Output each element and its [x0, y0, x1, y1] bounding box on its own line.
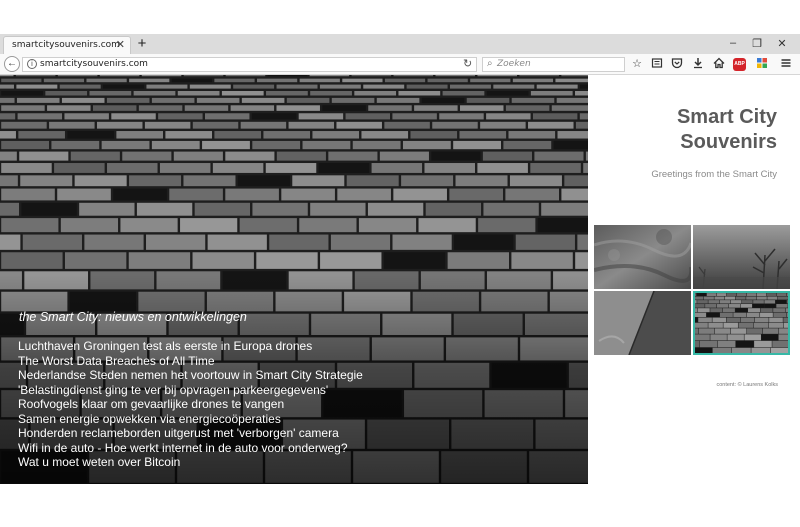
- search-icon: ⌕: [487, 58, 493, 69]
- news-heading: the Smart City: nieuws en ontwikkelingen: [19, 310, 247, 324]
- reload-icon[interactable]: ↻: [463, 57, 472, 70]
- gallery-thumbnail[interactable]: [693, 225, 790, 289]
- tab-title: smartcitysouvenirs.com: [12, 40, 120, 50]
- adblock-icon[interactable]: ABP: [733, 58, 746, 71]
- browser-tab[interactable]: smartcitysouvenirs.com ✕: [3, 36, 131, 54]
- tab-close-icon[interactable]: ✕: [116, 38, 125, 51]
- back-button[interactable]: ←: [4, 56, 20, 72]
- extension-icon[interactable]: [755, 57, 769, 71]
- menu-icon[interactable]: [779, 57, 793, 71]
- site-subtitle: Greetings from the Smart City: [651, 169, 777, 180]
- search-placeholder[interactable]: Zoeken: [497, 59, 531, 69]
- close-window-icon[interactable]: ✕: [776, 37, 788, 50]
- news-link[interactable]: Luchthaven Groningen test als eerste in …: [18, 339, 363, 354]
- hero-section: the Smart City: nieuws en ontwikkelingen…: [0, 75, 588, 484]
- news-link[interactable]: 'Belastingdienst ging te ver bij opvrage…: [18, 383, 363, 398]
- news-link[interactable]: Wifi in de auto - Hoe werkt internet in …: [18, 441, 363, 456]
- new-tab-button[interactable]: +: [135, 36, 149, 52]
- browser-window: smartcitysouvenirs.com ✕ + – ❐ ✕ ← i sma…: [0, 0, 800, 527]
- news-link[interactable]: Roofvogels klaar om gevaarlijke drones t…: [18, 397, 363, 412]
- pocket-icon[interactable]: [670, 57, 684, 71]
- restore-icon[interactable]: ❐: [751, 37, 763, 50]
- url-text[interactable]: smartcitysouvenirs.com: [40, 59, 148, 69]
- news-list: Luchthaven Groningen test als eerste in …: [18, 339, 363, 470]
- news-link[interactable]: Nederlandse Steden nemen het voortouw in…: [18, 368, 363, 383]
- site-title[interactable]: Smart City Souvenirs: [597, 105, 777, 155]
- news-link[interactable]: The Worst Data Breaches of All Time: [18, 354, 363, 369]
- download-icon[interactable]: [691, 57, 705, 71]
- news-link[interactable]: Honderden reclameborden uitgerust met 'v…: [18, 426, 363, 441]
- sidebar: Smart City Souvenirs Greetings from the …: [588, 75, 800, 484]
- gallery-thumbnail[interactable]: [594, 291, 691, 355]
- page-footer-area: [0, 484, 800, 527]
- news-link[interactable]: Wat u moet weten over Bitcoin: [18, 455, 363, 470]
- reading-list-icon[interactable]: [650, 57, 664, 71]
- site-title-line: Smart City: [676, 106, 777, 128]
- minimize-icon[interactable]: –: [727, 37, 739, 49]
- gallery-thumbnail[interactable]: [594, 225, 691, 289]
- photo-gallery: [594, 225, 791, 357]
- gallery-thumbnail-selected[interactable]: [693, 291, 790, 355]
- content-credit: content: © Laurens Kolks: [716, 382, 778, 388]
- site-info-icon[interactable]: i: [27, 59, 37, 69]
- news-link[interactable]: Samen energie opwekken via energiecoöper…: [18, 412, 363, 427]
- home-icon[interactable]: [712, 57, 726, 71]
- star-icon[interactable]: ☆: [630, 57, 644, 71]
- site-title-line: Souvenirs: [680, 131, 777, 153]
